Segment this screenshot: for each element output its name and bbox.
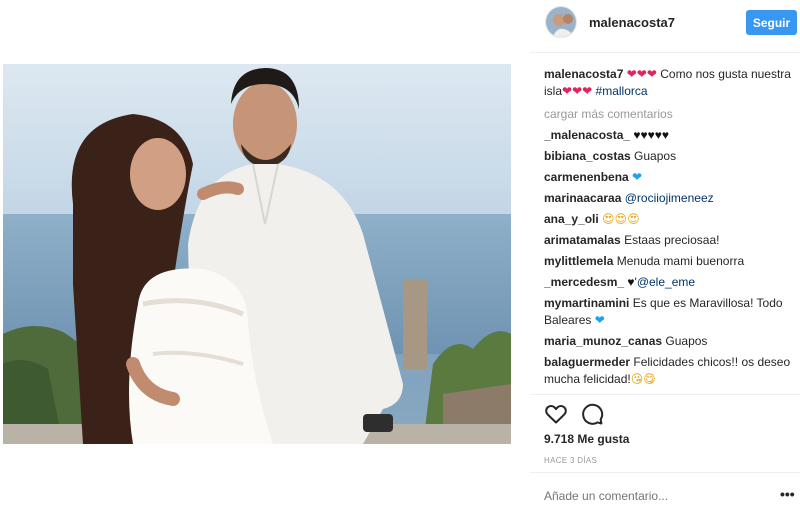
post-timestamp: HACE 3 DÍAS (544, 456, 598, 465)
post-actions (544, 402, 624, 428)
hearts-emoji: ❤❤❤ (562, 84, 593, 98)
hashtag-link[interactable]: #mallorca (596, 84, 648, 98)
comment-username[interactable]: _malenacosta_ (544, 128, 630, 142)
post-photo[interactable] (3, 64, 511, 444)
heart-emoji: ❤ (594, 313, 605, 327)
load-more-comments[interactable]: cargar más comentarios (544, 106, 794, 123)
actions-divider (530, 394, 800, 395)
comment-item: carmenenbena ❤ (544, 169, 794, 186)
comment-username[interactable]: bibiana_costas (544, 149, 631, 163)
avatar[interactable] (545, 6, 577, 38)
speech-bubble-icon[interactable] (580, 402, 604, 426)
add-comment-input[interactable] (544, 489, 764, 503)
comment-item: maria_munoz_canas Guapos (544, 333, 794, 350)
comment-item: balaguermeder Felicidades chicos!! os de… (544, 354, 794, 388)
caption: malenacosta7 ❤❤❤ Como nos gusta nuestra … (544, 66, 794, 100)
heart-emoji: ❤ (632, 170, 643, 184)
comment-username[interactable]: _mercedesm_ (544, 275, 624, 289)
comment-username[interactable]: carmenenbena (544, 170, 629, 184)
caption-username[interactable]: malenacosta7 (544, 67, 623, 81)
comment-text: Estaas preciosaa! (624, 233, 720, 247)
heart-emoji: ♥ (627, 275, 635, 289)
comment-item: mymartinamini Es que es Maravillosa! Tod… (544, 295, 794, 329)
post-header: malenacosta7 Seguir (530, 0, 800, 44)
comment-text: Menuda mami buenorra (616, 254, 745, 268)
comment-item: mylittlemela Menuda mami buenorra (544, 253, 794, 270)
comment-item: _malenacosta_ ♥♥♥♥♥ (544, 127, 794, 144)
hearts-emoji: ❤❤❤ (626, 67, 657, 81)
comment-divider (530, 472, 800, 473)
comment-item: ana_y_oli 😍😍😍 (544, 211, 794, 228)
likes-count[interactable]: 9.718 Me gusta (544, 432, 629, 446)
comment-text: Guapos (634, 149, 677, 163)
follow-button[interactable]: Seguir (746, 10, 797, 35)
face-emoji: 😘😋 (630, 372, 656, 386)
comment-username[interactable]: marinaacaraa (544, 191, 621, 205)
comments-list: malenacosta7 ❤❤❤ Como nos gusta nuestra … (544, 66, 794, 392)
comment-item: arimatamalas Estaas preciosaa! (544, 232, 794, 249)
mention-link[interactable]: @rociiojimeneez (625, 191, 714, 205)
comment-username[interactable]: balaguermeder (544, 355, 630, 369)
couple-photo-illustration (3, 64, 511, 444)
header-username[interactable]: malenacosta7 (589, 15, 675, 30)
comment-username[interactable]: mylittlemela (544, 254, 613, 268)
mention-link[interactable]: @ele_eme (637, 275, 695, 289)
face-emoji: 😍😍😍 (602, 212, 640, 226)
comment-text: Guapos (665, 334, 708, 348)
comment-username[interactable]: ana_y_oli (544, 212, 599, 226)
comment-item: bibiana_costas Guapos (544, 148, 794, 165)
comment-username[interactable]: mymartinamini (544, 296, 629, 310)
comment-username[interactable]: arimatamalas (544, 233, 621, 247)
post-sidebar: malenacosta7 Seguir malenacosta7 ❤❤❤ Com… (530, 0, 800, 513)
header-divider (530, 52, 800, 53)
comment-item: marinaacaraa @rociiojimeneez (544, 190, 794, 207)
comment-username[interactable]: maria_munoz_canas (544, 334, 662, 348)
comment-item: _mercedesm_ ♥'@ele_eme (544, 274, 794, 291)
more-options-icon[interactable]: ••• (780, 486, 795, 502)
heart-outline-icon[interactable] (544, 402, 568, 426)
heart-emoji: ♥♥♥♥♥ (633, 128, 670, 142)
